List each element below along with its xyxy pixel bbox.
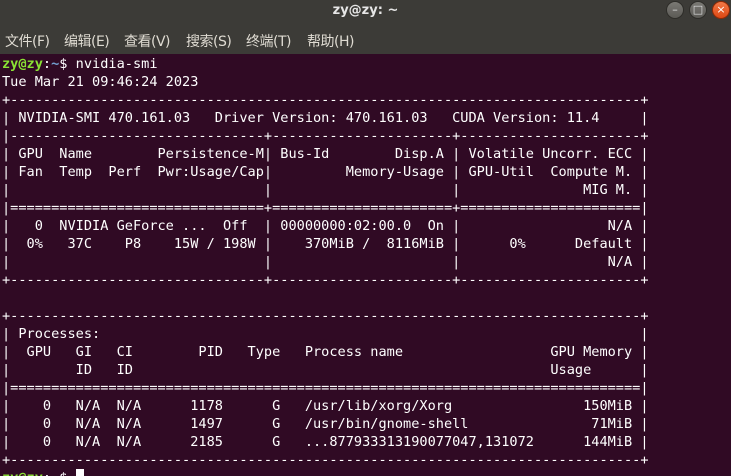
prompt-symbol: $ [59,470,75,476]
menu-edit[interactable]: 编辑(E) [64,31,110,51]
prompt-user: zy@zy [2,470,43,476]
scrollbar[interactable] [727,54,731,476]
output-line: |===============================+=======… [2,200,649,216]
output-line: +---------------------------------------… [2,452,649,468]
current-prompt-line: zy@zy:~$ [2,469,84,476]
output-line: | GPU GI CI PID Type Process name GPU Me… [2,344,649,360]
output-line: | 0% 37C P8 15W / 198W | 370MiB / 8116Mi… [2,236,649,252]
minimize-button[interactable]: – [666,1,684,19]
output-line: Tue Mar 21 09:46:24 2023 [2,74,199,90]
command-line: zy@zy:~$ nvidia-smi [2,56,158,72]
terminal-area[interactable]: zy@zy:~$ nvidia-smi Tue Mar 21 09:46:24 … [0,54,731,476]
output-line: +---------------------------------------… [2,92,649,108]
window-title: zy@zy: ~ [332,3,399,18]
prompt-symbol: $ [59,56,76,72]
output-line: | 0 N/A N/A 2185 G ...877933313190077047… [2,434,649,450]
title-bar[interactable]: zy@zy: ~ – □ × [0,0,731,24]
output-line: | GPU Name Persistence-M| Bus-Id Disp.A … [2,146,649,162]
output-line: | | | MIG M. | [2,182,649,198]
output-line: |-------------------------------+-------… [2,128,649,144]
menu-bar: 文件(F) 编辑(E) 查看(V) 搜索(S) 终端(T) 帮助(H) [0,24,731,54]
output-line: | 0 NVIDIA GeForce ... Off | 00000000:02… [2,218,649,234]
menu-view[interactable]: 查看(V) [124,31,171,51]
output-line: | | | N/A | [2,254,649,270]
text-cursor [75,469,84,476]
close-button[interactable]: × [712,1,730,19]
menu-file[interactable]: 文件(F) [5,31,50,51]
maximize-button[interactable]: □ [689,1,707,19]
output-line: |=======================================… [2,380,649,396]
output-line: | 0 N/A N/A 1178 G /usr/lib/xorg/Xorg 15… [2,398,649,414]
menu-terminal[interactable]: 终端(T) [246,31,291,51]
output-line: | 0 N/A N/A 1497 G /usr/bin/gnome-shell … [2,416,649,432]
menu-search[interactable]: 搜索(S) [186,31,232,51]
output-line: | Fan Temp Perf Pwr:Usage/Cap| Memory-Us… [2,164,649,180]
prompt-user: zy@zy [2,56,43,72]
output-line: | Processes: | [2,326,649,342]
output-line: +---------------------------------------… [2,308,649,324]
menu-help[interactable]: 帮助(H) [307,31,354,51]
output-line: +-------------------------------+-------… [2,272,649,288]
output-line: | ID ID Usage | [2,362,649,378]
output-line: | NVIDIA-SMI 470.161.03 Driver Version: … [2,110,649,126]
command-text: nvidia-smi [75,56,158,72]
